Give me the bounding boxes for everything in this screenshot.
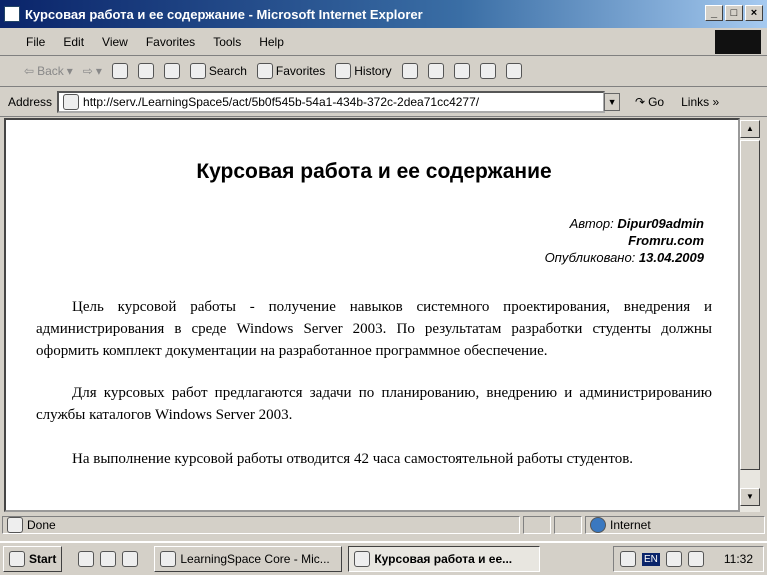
maximize-button[interactable]: □ (725, 5, 743, 21)
favorites-label: Favorites (275, 64, 326, 78)
menu-view[interactable]: View (102, 35, 128, 49)
title-bar: Курсовая работа и ее содержание - Micros… (0, 0, 767, 28)
minimize-button[interactable]: _ (705, 5, 723, 21)
discuss-icon[interactable] (479, 63, 496, 79)
favorites-button[interactable]: Favorites (256, 63, 326, 79)
author-label: Автор: (569, 216, 614, 231)
back-label: Back (37, 64, 64, 78)
search-label: Search (208, 64, 247, 78)
network-icon[interactable] (665, 551, 682, 567)
article-meta: Автор: Dipur09admin Fromru.com Опубликов… (545, 215, 704, 266)
address-input[interactable]: http://serv./LearningSpace5/act/5b0f545b… (57, 90, 606, 113)
favorites-icon (256, 63, 273, 79)
close-button[interactable]: × (745, 5, 763, 21)
menu-tools[interactable]: Tools (213, 35, 241, 49)
language-indicator[interactable]: EN (641, 552, 660, 566)
page-content: Курсовая работа и ее содержание Автор: D… (4, 118, 740, 512)
vertical-scrollbar[interactable]: ▲ ▼ (740, 120, 760, 512)
start-label: Start (29, 552, 57, 566)
menu-help[interactable]: Help (259, 35, 284, 49)
back-arrow-icon: ⇦ (24, 64, 35, 78)
ie-icon (160, 551, 177, 567)
zone-text: Internet (610, 518, 651, 532)
forward-arrow-icon: ⇨ (82, 64, 93, 78)
clock: 11:32 (723, 552, 753, 566)
refresh-icon[interactable] (137, 63, 154, 79)
home-icon[interactable] (163, 63, 180, 79)
address-url: http://serv./LearningSpace5/act/5b0f545b… (83, 94, 480, 109)
scroll-up-arrow[interactable]: ▲ (740, 120, 760, 138)
task-label: LearningSpace Core - Mic... (180, 552, 330, 566)
ie-icon (354, 551, 371, 567)
go-button[interactable]: ↷ Go (635, 95, 664, 109)
back-button[interactable]: ⇦ Back ▾ (24, 64, 73, 78)
print-icon[interactable] (427, 63, 444, 79)
globe-icon (590, 517, 606, 533)
go-label: Go (648, 94, 665, 109)
paragraph: Для курсовых работ предлагаются задачи п… (36, 385, 712, 423)
search-icon (189, 63, 206, 79)
menu-edit[interactable]: Edit (63, 35, 84, 49)
status-text: Done (27, 518, 56, 532)
media-icon[interactable] (687, 551, 704, 567)
quicklaunch-network-icon[interactable] (122, 551, 139, 567)
task-learningspace[interactable]: LearningSpace Core - Mic... (154, 546, 343, 572)
edit-icon[interactable] (453, 63, 470, 79)
task-coursework[interactable]: Курсовая работа и ее... (348, 546, 541, 572)
links-button[interactable]: Links » (681, 95, 719, 109)
scroll-down-arrow[interactable]: ▼ (740, 488, 760, 506)
quicklaunch-ie-icon[interactable] (100, 551, 117, 567)
tray-app-icon[interactable] (619, 551, 636, 567)
menu-favorites[interactable]: Favorites (146, 35, 195, 49)
paragraph: Цель курсовой работы - получение навыков… (36, 299, 712, 359)
windows-flag-icon (9, 551, 25, 567)
messenger-icon[interactable] (505, 63, 522, 79)
page-title: Курсовая работа и ее содержание (196, 160, 552, 183)
source: Fromru.com (628, 233, 704, 248)
window-title: Курсовая работа и ее содержание - Micros… (25, 6, 423, 22)
page-icon (63, 93, 80, 110)
address-bar: Address http://serv./LearningSpace5/act/… (0, 87, 767, 117)
published-date: 13.04.2009 (638, 250, 704, 265)
published-label: Опубликовано: (544, 250, 636, 265)
address-dropdown[interactable]: ▼ (604, 92, 621, 111)
page-done-icon (7, 517, 23, 533)
address-label: Address (8, 94, 53, 109)
status-bar: Done Internet (0, 514, 767, 536)
history-label: History (354, 64, 392, 78)
toolbar: ⇦ Back ▾ ⇨ ▾ Search Favorites History (0, 56, 767, 87)
stop-icon[interactable] (111, 63, 128, 79)
scroll-thumb[interactable] (740, 140, 760, 470)
taskbar: Start LearningSpace Core - Mic... Курсов… (0, 541, 767, 575)
forward-button[interactable]: ⇨ ▾ (83, 64, 102, 78)
menu-bar: File Edit View Favorites Tools Help (0, 28, 767, 56)
ie-icon (4, 6, 20, 22)
search-button[interactable]: Search (189, 63, 247, 79)
quicklaunch-desktop-icon[interactable] (78, 551, 95, 567)
author: Dipur09admin (617, 216, 704, 231)
history-icon (335, 63, 352, 79)
system-tray: EN 11:32 (612, 546, 764, 572)
windows-logo (715, 30, 761, 54)
history-button[interactable]: History (335, 63, 392, 79)
menu-file[interactable]: File (26, 35, 45, 49)
mail-icon[interactable] (401, 63, 418, 79)
go-arrow-icon: ↷ (635, 94, 646, 109)
paragraph: На выполнение курсовой работы отводится … (72, 451, 634, 467)
task-label: Курсовая работа и ее... (374, 552, 513, 566)
start-button[interactable]: Start (3, 546, 63, 572)
